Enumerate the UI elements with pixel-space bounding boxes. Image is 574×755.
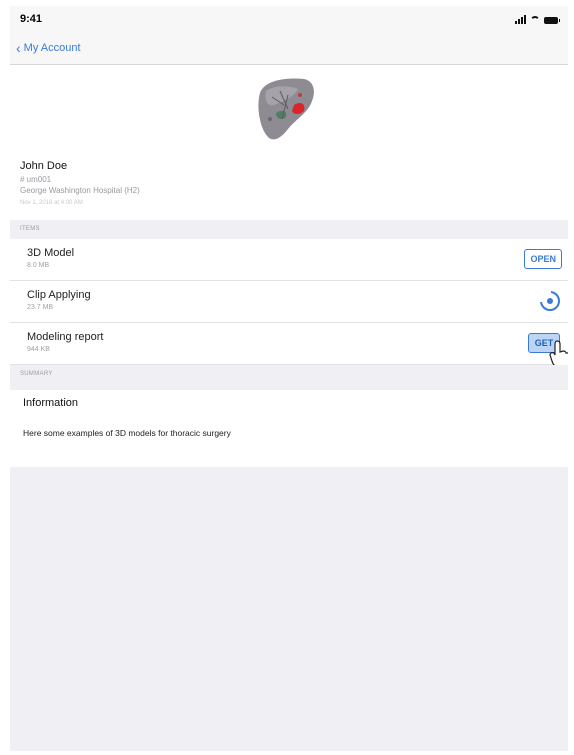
download-progress-icon[interactable]	[539, 290, 560, 311]
chevron-left-icon: ‹	[16, 40, 21, 56]
item-title: Clip Applying	[27, 289, 91, 301]
status-icons	[515, 14, 560, 24]
item-title: 3D Model	[27, 247, 75, 259]
patient-name: John Doe	[20, 160, 68, 172]
device-screen: 9:41 ‹ My Account John Doe # um001 Georg…	[10, 6, 568, 751]
summary-card: Information Here some examples of 3D mod…	[10, 390, 568, 467]
liver-3d-model-thumbnail	[258, 78, 314, 140]
information-text: Here some examples of 3D models for thor…	[23, 428, 231, 438]
status-time: 9:41	[20, 13, 43, 25]
information-title: Information	[23, 397, 79, 409]
item-row-3d-model[interactable]: 3D Model 8.0 MB OPEN	[10, 239, 568, 281]
summary-section-title: SUMMARY	[20, 371, 53, 377]
wifi-icon	[530, 16, 540, 24]
patient-date: Nov 1, 2018 at 4:00 AM	[20, 200, 83, 206]
patient-header: John Doe # um001 George Washington Hospi…	[10, 65, 568, 220]
item-size: 23.7 MB	[27, 304, 54, 311]
navigation-bar: ‹ My Account	[10, 34, 568, 65]
summary-section-header: SUMMARY	[10, 365, 568, 384]
item-row-clip-applying[interactable]: Clip Applying 23.7 MB	[10, 281, 568, 323]
back-button[interactable]: ‹ My Account	[16, 40, 81, 56]
items-section-header: ITEMS	[10, 220, 568, 239]
open-button[interactable]: OPEN	[524, 249, 562, 269]
item-row-modeling-report[interactable]: Modeling report 944 KB GET	[10, 323, 568, 369]
signal-icon	[515, 15, 526, 24]
items-section-title: ITEMS	[20, 226, 40, 232]
back-label: My Account	[23, 42, 81, 54]
item-title: Modeling report	[27, 331, 104, 343]
battery-icon	[544, 17, 560, 24]
patient-hospital: George Washington Hospital (H2)	[20, 186, 140, 195]
status-bar: 9:41	[10, 6, 568, 34]
patient-id: # um001	[20, 175, 52, 184]
item-size: 944 KB	[27, 346, 50, 353]
item-size: 8.0 MB	[27, 262, 50, 269]
